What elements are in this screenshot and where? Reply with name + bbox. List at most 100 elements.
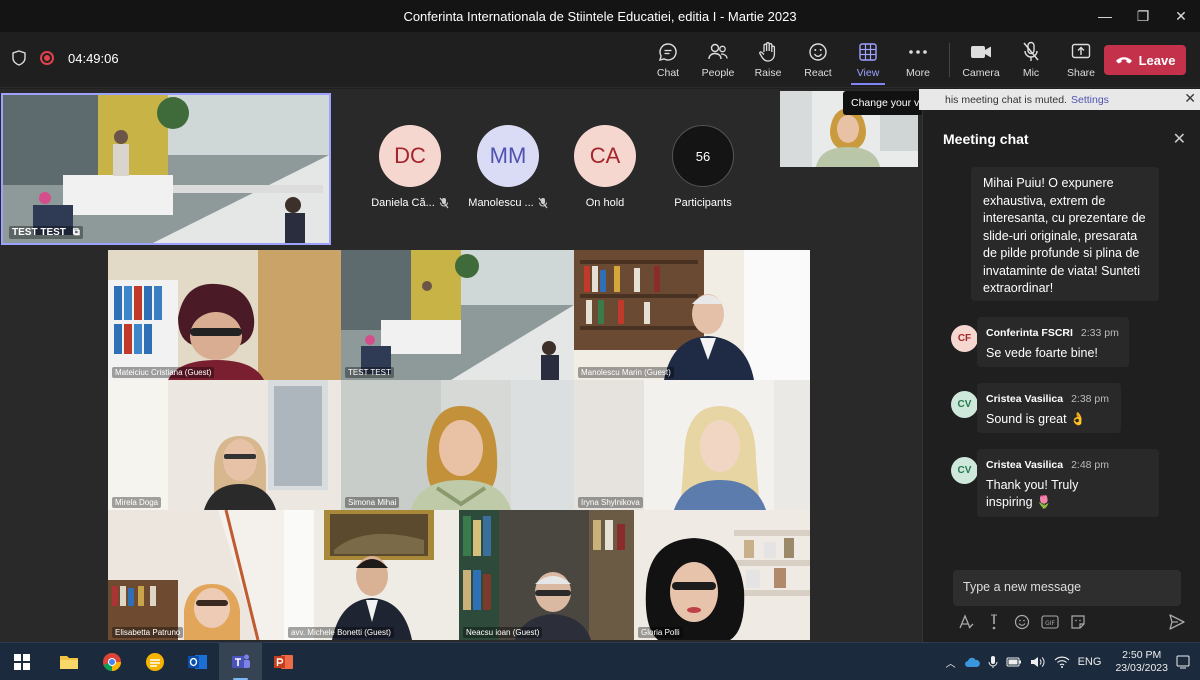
notifications-icon[interactable]: [1176, 655, 1190, 669]
toolbar-divider: [949, 43, 950, 77]
chat-muted-banner: his meeting chat is muted. Settings ✕: [919, 89, 1200, 110]
share-button[interactable]: Share: [1056, 32, 1106, 88]
minimize-button[interactable]: —: [1086, 0, 1124, 32]
dismiss-banner-icon[interactable]: ✕: [1184, 90, 1196, 107]
message-text: Mihai Puiu! O expunere exhaustiva, extre…: [983, 176, 1146, 295]
format-icon[interactable]: [957, 613, 975, 631]
message-time: 2:38 pm: [1071, 393, 1110, 405]
chevron-up-icon[interactable]: ︿: [946, 655, 956, 670]
message-sender: Conferinta FSCRI: [986, 327, 1073, 339]
participant-label: Daniela Că...: [371, 197, 449, 209]
message-time: 2:33 pm: [1080, 327, 1119, 339]
window-controls: — ❐ ✕: [1086, 0, 1200, 32]
video-tile[interactable]: avv. Michele Bonetti (Guest): [284, 510, 459, 640]
more-button[interactable]: More: [893, 32, 943, 88]
raise-hand-button[interactable]: Raise: [743, 32, 793, 88]
video-tile[interactable]: TEST TEST: [341, 250, 574, 380]
powerpoint-button[interactable]: [262, 643, 305, 680]
video-feed: [341, 380, 574, 510]
mic-muted-icon: [538, 197, 548, 209]
raise-hand-icon: [759, 42, 776, 62]
avatar-initials: CA: [589, 143, 621, 168]
microphone-icon[interactable]: [988, 655, 998, 669]
speaker-icon[interactable]: [1030, 656, 1046, 668]
chat-muted-text: his meeting chat is muted.: [945, 93, 1067, 106]
powerpoint-icon: [273, 655, 293, 669]
chrome-button[interactable]: [90, 643, 133, 680]
message-compose-input[interactable]: Type a new message: [953, 570, 1181, 606]
battery-icon[interactable]: [1006, 657, 1022, 667]
language-indicator[interactable]: ENG: [1078, 656, 1102, 668]
video-tile[interactable]: Mirela Doga: [108, 380, 341, 510]
clock-date: 23/03/2023: [1115, 662, 1168, 674]
windows-logo-icon: [13, 654, 30, 670]
title-bar: Conferinta Internationala de Stiintele E…: [0, 0, 1200, 32]
participant-status: On hold: [585, 197, 625, 209]
close-window-button[interactable]: ✕: [1162, 0, 1200, 32]
video-tile[interactable]: Simona Mihai: [341, 380, 574, 510]
participants-overflow[interactable]: 56 Participants: [657, 125, 749, 209]
outlook-button[interactable]: [176, 643, 219, 680]
restore-button[interactable]: ❐: [1124, 0, 1162, 32]
app-button[interactable]: [133, 643, 176, 680]
participant-name-tag: TEST TEST: [345, 367, 394, 378]
wifi-icon[interactable]: [1054, 656, 1070, 668]
participant-name-tag: Mateiciuc Cristiana (Guest): [112, 367, 215, 378]
teams-button[interactable]: [219, 643, 262, 680]
meeting-chat-panel: his meeting chat is muted. Settings ✕ Me…: [919, 89, 1200, 642]
people-button-label: People: [701, 67, 735, 79]
people-button[interactable]: People: [693, 32, 743, 88]
self-video-tile[interactable]: TEST TEST ⧉: [1, 93, 331, 245]
share-button-label: Share: [1066, 67, 1096, 79]
message-text: Thank you! Truly inspiring 🌷: [986, 477, 1079, 510]
close-chat-icon[interactable]: ✕: [1173, 129, 1186, 149]
share-icon: [1071, 43, 1091, 59]
view-button[interactable]: View: [843, 32, 893, 88]
chat-button[interactable]: Chat: [643, 32, 693, 88]
avatar: CV: [951, 457, 978, 484]
send-icon[interactable]: [1168, 613, 1186, 636]
screen-share-icon: ⧉: [72, 227, 80, 238]
teams-window: Conferinta Internationala de Stiintele E…: [0, 0, 1200, 680]
people-icon: [708, 43, 728, 60]
sticker-icon[interactable]: [1069, 613, 1087, 631]
video-feed: [341, 250, 574, 380]
video-tile[interactable]: Elisabetta Patruno: [108, 510, 284, 640]
gif-icon[interactable]: GIF: [1041, 613, 1059, 631]
camera-button[interactable]: Camera: [956, 32, 1006, 88]
priority-icon[interactable]: [985, 613, 1003, 631]
video-tile[interactable]: Iryna Shylnikova: [574, 380, 810, 510]
taskbar-apps: [0, 643, 305, 680]
leave-button[interactable]: Leave: [1104, 45, 1186, 75]
onedrive-icon[interactable]: [964, 657, 980, 668]
participants-count: 56: [695, 148, 711, 164]
react-button[interactable]: React: [793, 32, 843, 88]
mic-button[interactable]: Mic: [1006, 32, 1056, 88]
folder-icon: [59, 656, 78, 669]
video-tile[interactable]: Mateiciuc Cristiana (Guest): [108, 250, 341, 380]
video-tile[interactable]: Manolescu Marin (Guest): [574, 250, 810, 380]
start-button[interactable]: [0, 643, 43, 680]
hang-up-icon: [1115, 57, 1132, 64]
video-gallery: Mateiciuc Cristiana (Guest) TEST TEST Ma…: [108, 250, 810, 640]
self-video-feed: [3, 95, 329, 243]
avatar-initials: CV: [957, 399, 972, 410]
avatar: CA: [574, 125, 636, 187]
video-tile[interactable]: Gloria Polli: [634, 510, 810, 640]
participant-manolescu[interactable]: MM Manolescu ...: [462, 125, 554, 209]
participant-daniela[interactable]: DC Daniela Că...: [364, 125, 456, 209]
taskbar-clock[interactable]: 2:50 PM 23/03/2023: [1115, 649, 1168, 675]
participant-name-tag: Iryna Shylnikova: [578, 497, 643, 508]
app-circle-icon: [145, 653, 164, 671]
mic-muted-icon: [1023, 41, 1039, 61]
emoji-icon[interactable]: [1013, 613, 1031, 631]
meeting-status: 04:49:06: [12, 50, 119, 66]
video-tile[interactable]: Neacsu ioan (Guest): [459, 510, 634, 640]
chat-message-bubble: Cristea Vasilica 2:48 pm Thank you! Truly…: [977, 449, 1159, 517]
chat-message-bubble: Mihai Puiu! O expunere exhaustiva, extre…: [971, 167, 1159, 301]
participant-on-hold[interactable]: CA On hold: [559, 125, 651, 209]
video-feed: [284, 510, 459, 640]
video-feed: [459, 510, 634, 640]
file-explorer-button[interactable]: [47, 643, 90, 680]
settings-link[interactable]: Settings: [1071, 94, 1109, 106]
